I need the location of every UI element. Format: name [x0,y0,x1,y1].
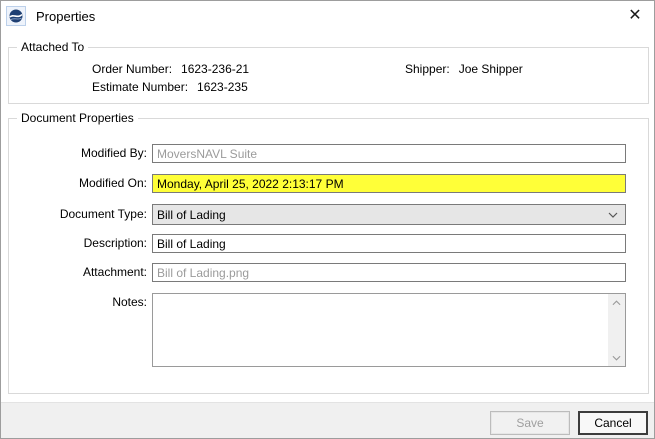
attachment-label: Attachment: [82,265,147,279]
document-type-label: Document Type: [59,207,147,221]
description-label: Description: [83,236,147,250]
chevron-down-icon [605,205,621,224]
document-type-dropdown[interactable]: Bill of Lading [152,204,626,225]
modified-on-label: Modified On: [78,176,147,190]
order-number-row: Order Number: 1623-236-21 [92,62,249,76]
order-number-value: 1623-236-21 [181,62,250,76]
titlebar[interactable]: Properties ✕ [1,1,654,31]
estimate-number-value: 1623-235 [197,80,248,94]
notes-field[interactable] [152,293,626,367]
notes-scrollbar[interactable] [608,294,625,366]
notes-row: Notes: [9,293,648,367]
modified-by-row: Modified By: [9,144,648,163]
document-properties-group: Document Properties Modified By: Modifie… [8,111,649,394]
document-properties-legend: Document Properties [17,111,138,125]
notes-label: Notes: [112,295,147,309]
shipper-label: Shipper: [405,62,450,76]
order-number-label: Order Number: [92,62,173,76]
attached-to-group: Attached To Order Number: 1623-236-21 Shi… [8,40,649,104]
globe-logo-icon [9,9,23,23]
description-row: Description: [9,234,648,253]
close-button[interactable]: ✕ [624,5,646,27]
description-field[interactable] [152,234,626,253]
estimate-number-label: Estimate Number: [92,80,189,94]
modified-on-field[interactable] [152,174,626,193]
scroll-up-icon[interactable] [608,294,625,311]
estimate-number-row: Estimate Number: 1623-235 [92,80,248,94]
notes-text[interactable] [154,295,607,365]
cancel-button[interactable]: Cancel [578,411,648,435]
document-type-row: Document Type: Bill of Lading [9,204,648,225]
attached-to-legend: Attached To [17,40,89,54]
shipper-row: Shipper: Joe Shipper [405,62,523,76]
modified-by-field[interactable] [152,144,626,163]
footer-bar: Save Cancel [1,402,654,438]
attachment-row: Attachment: [9,263,648,282]
attachment-field[interactable] [152,263,626,282]
shipper-value: Joe Shipper [458,62,523,76]
app-logo-icon[interactable] [6,6,26,26]
save-button[interactable]: Save [490,411,570,435]
document-type-value: Bill of Lading [157,207,226,222]
modified-by-label: Modified By: [80,146,147,160]
window-title: Properties [36,8,96,24]
scroll-down-icon[interactable] [608,349,625,366]
modified-on-row: Modified On: [9,174,648,193]
properties-dialog: Properties ✕ Attached To Order Number: 16… [0,0,655,439]
